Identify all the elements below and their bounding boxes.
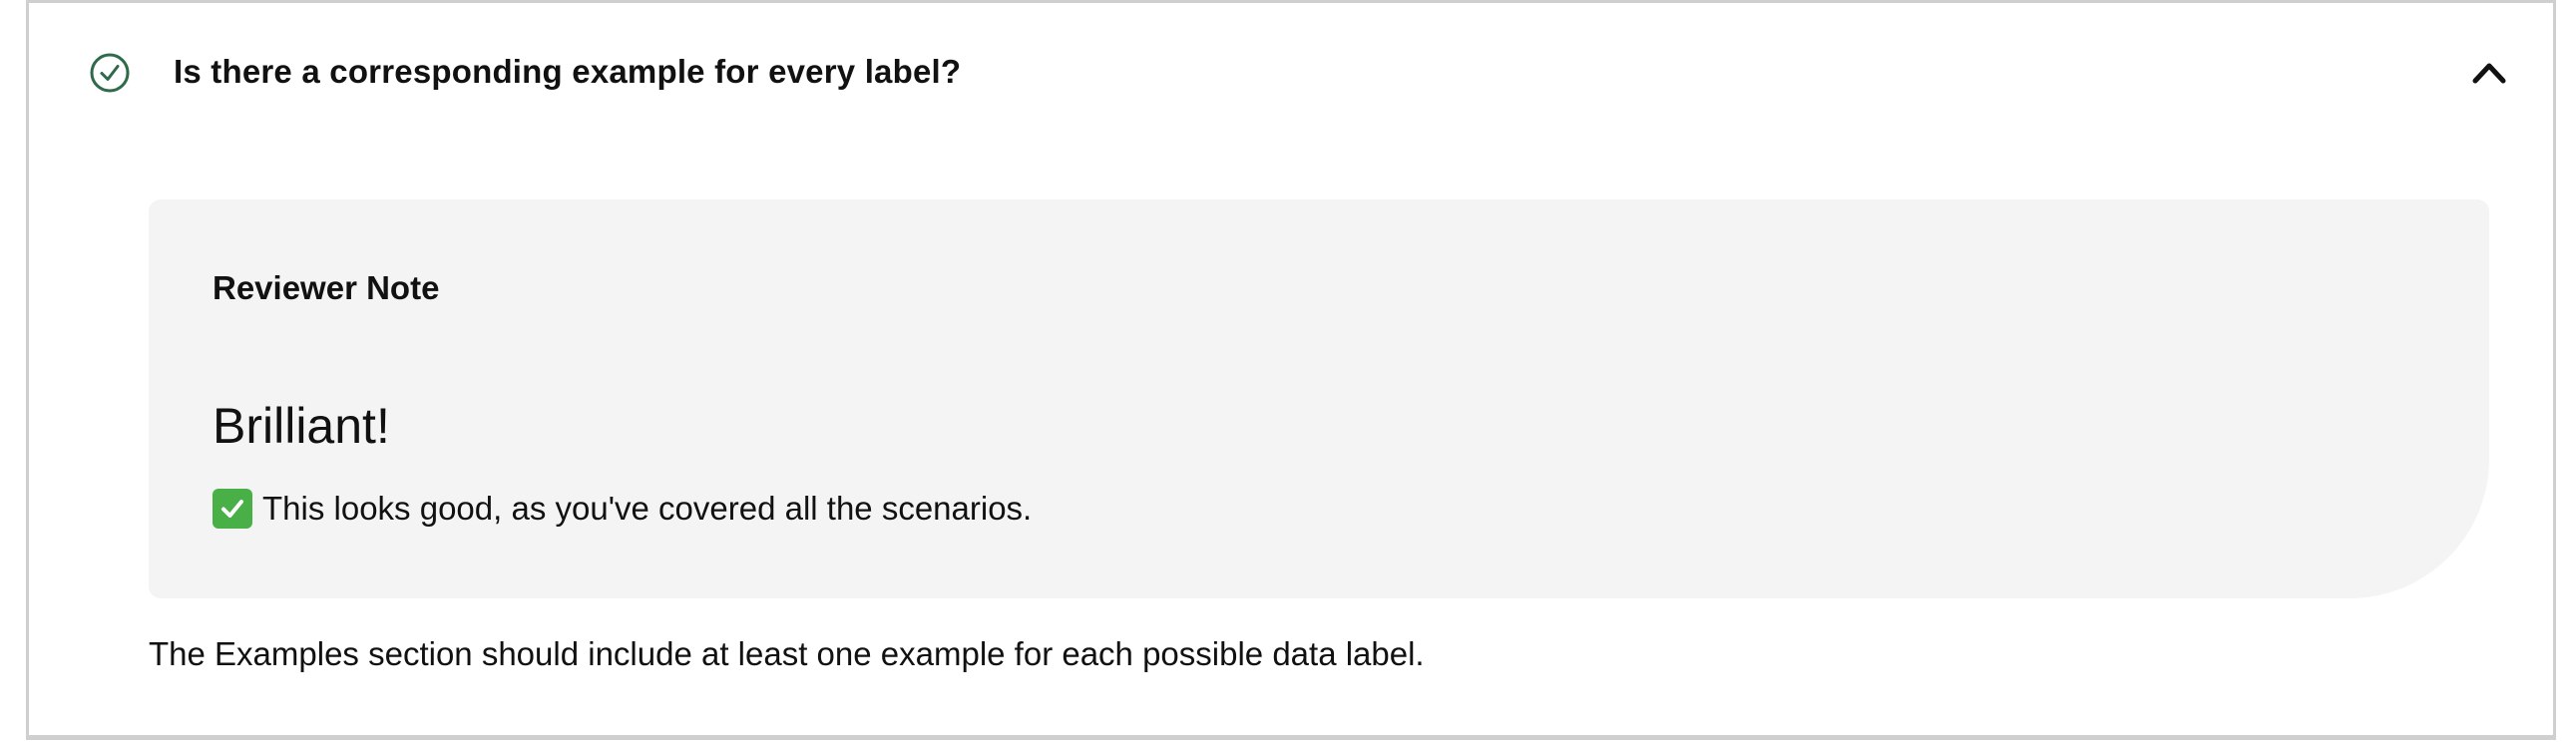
reviewer-note-comment: This looks good, as you've covered all t… [213,489,1032,529]
reviewer-note-comment-text: This looks good, as you've covered all t… [262,490,1033,527]
review-criterion-card: Is there a corresponding example for eve… [26,0,2556,740]
criterion-question: Is there a corresponding example for eve… [174,53,962,90]
criterion-header[interactable]: Is there a corresponding example for eve… [29,3,2553,143]
chevron-up-icon[interactable] [2470,57,2508,87]
reviewer-note-box: Reviewer Note Brilliant! This looks good… [149,199,2489,598]
green-check-box-icon [213,489,252,529]
check-circle-icon [89,52,131,94]
reviewer-note-heading: Reviewer Note [213,269,440,306]
criterion-description: The Examples section should include at l… [149,635,1425,672]
reviewer-note-title: Brilliant! [213,398,390,454]
